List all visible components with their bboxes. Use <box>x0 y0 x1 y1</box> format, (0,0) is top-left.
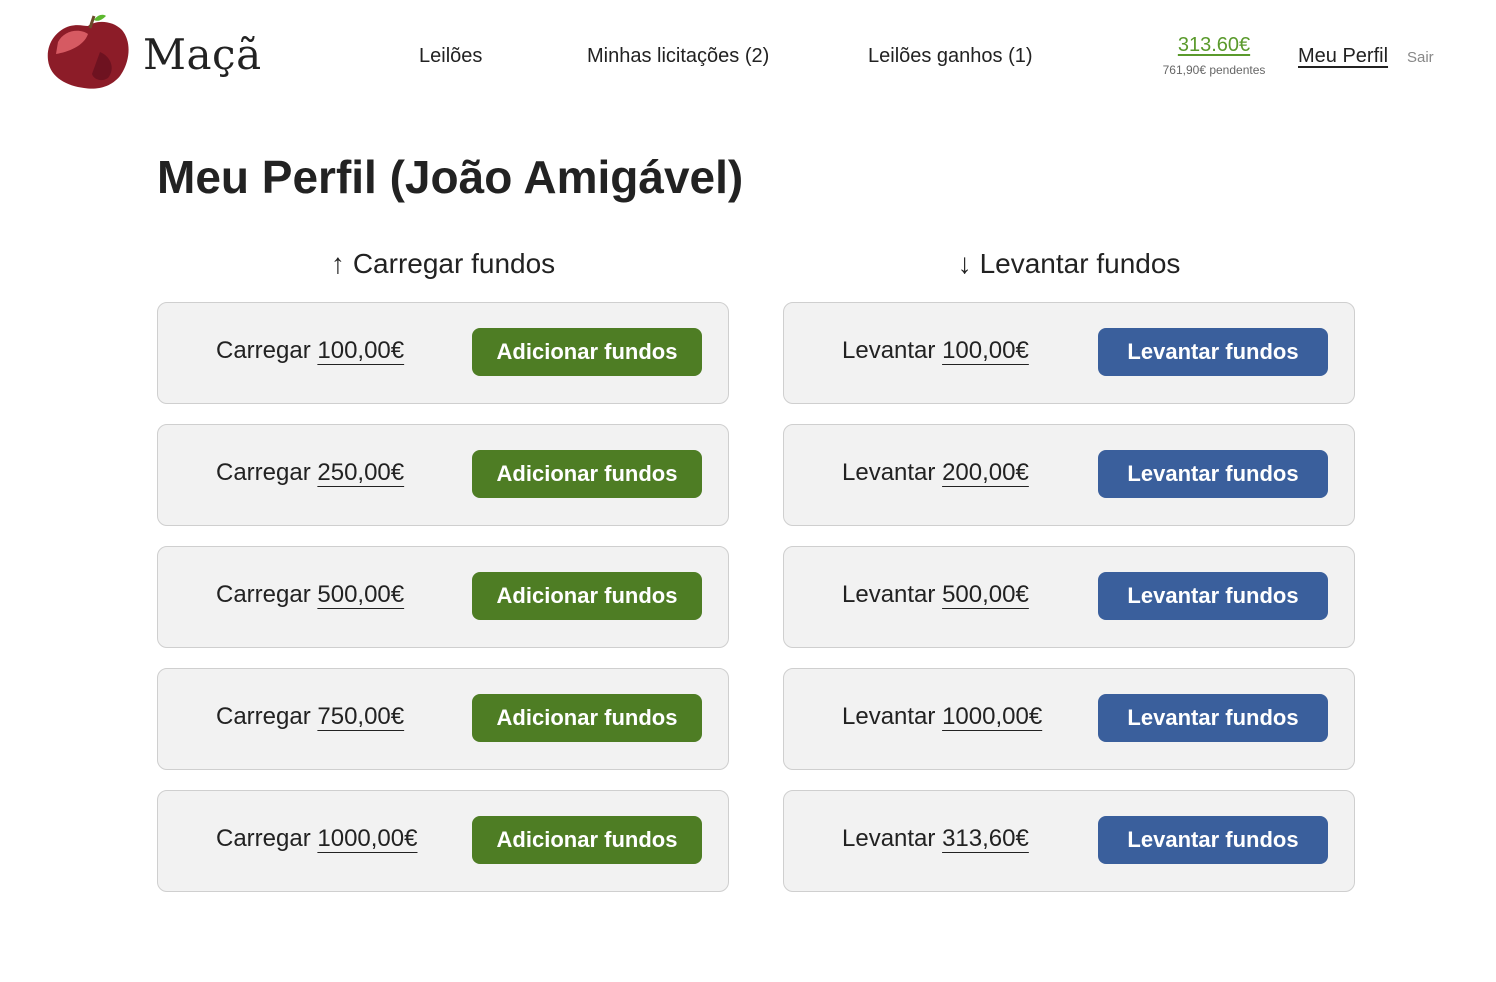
withdraw-prefix: Levantar <box>842 825 936 852</box>
logout-link[interactable]: Sair <box>1407 49 1434 66</box>
withdraw-funds-button[interactable]: Levantar fundos <box>1098 816 1328 864</box>
deposit-prefix: Carregar <box>216 337 311 364</box>
withdraw-prefix: Levantar <box>842 581 936 608</box>
deposit-amount[interactable]: 100,00€ <box>317 337 404 364</box>
deposit-card: Carregar 1000,00€ Adicionar fundos <box>157 790 729 892</box>
deposit-card: Carregar 100,00€ Adicionar fundos <box>157 302 729 404</box>
withdraw-label: Levantar 1000,00€ <box>842 703 1042 731</box>
withdraw-funds-button[interactable]: Levantar fundos <box>1098 572 1328 620</box>
withdraw-funds-button[interactable]: Levantar fundos <box>1098 328 1328 376</box>
deposit-prefix: Carregar <box>216 703 311 730</box>
deposit-prefix: Carregar <box>216 581 311 608</box>
deposit-amount[interactable]: 750,00€ <box>317 703 404 730</box>
withdraw-amount[interactable]: 100,00€ <box>942 337 1029 364</box>
withdraw-card: Levantar 500,00€ Levantar fundos <box>783 546 1355 648</box>
deposit-amount[interactable]: 1000,00€ <box>317 825 417 852</box>
deposit-label: Carregar 100,00€ <box>216 337 404 365</box>
deposit-column: ↑ Carregar fundos Carregar 100,00€ Adicio… <box>157 248 729 912</box>
withdraw-card: Levantar 313,60€ Levantar fundos <box>783 790 1355 892</box>
deposit-heading-text: Carregar fundos <box>352 248 556 279</box>
withdraw-amount[interactable]: 1000,00€ <box>942 703 1042 730</box>
arrow-up-icon: ↑ <box>330 248 345 279</box>
withdraw-heading: ↓ Levantar fundos <box>783 248 1355 286</box>
deposit-card: Carregar 750,00€ Adicionar fundos <box>157 668 729 770</box>
nav-won-auctions[interactable]: Leilões ganhos (1) <box>868 45 1033 68</box>
withdraw-column: ↓ Levantar fundos Levantar 100,00€ Levant… <box>783 248 1355 912</box>
deposit-label: Carregar 1000,00€ <box>216 825 417 853</box>
withdraw-label: Levantar 313,60€ <box>842 825 1029 853</box>
apple-logo-icon[interactable] <box>44 12 132 92</box>
add-funds-button[interactable]: Adicionar fundos <box>472 694 702 742</box>
withdraw-card: Levantar 1000,00€ Levantar fundos <box>783 668 1355 770</box>
withdraw-prefix: Levantar <box>842 703 936 730</box>
withdraw-heading-text: Levantar fundos <box>979 248 1181 279</box>
withdraw-funds-button[interactable]: Levantar fundos <box>1098 694 1328 742</box>
withdraw-prefix: Levantar <box>842 337 936 364</box>
deposit-amount[interactable]: 250,00€ <box>317 459 404 486</box>
add-funds-button[interactable]: Adicionar fundos <box>472 572 702 620</box>
balance-area: 313.60€ 761,90€ pendentes <box>1150 34 1278 77</box>
deposit-prefix: Carregar <box>216 459 311 486</box>
deposit-card: Carregar 500,00€ Adicionar fundos <box>157 546 729 648</box>
deposit-label: Carregar 250,00€ <box>216 459 404 487</box>
deposit-label: Carregar 500,00€ <box>216 581 404 609</box>
add-funds-button[interactable]: Adicionar fundos <box>472 816 702 864</box>
nav-profile[interactable]: Meu Perfil <box>1298 45 1388 68</box>
withdraw-card: Levantar 200,00€ Levantar fundos <box>783 424 1355 526</box>
deposit-heading: ↑ Carregar fundos <box>157 248 729 286</box>
withdraw-label: Levantar 500,00€ <box>842 581 1029 609</box>
withdraw-label: Levantar 200,00€ <box>842 459 1029 487</box>
deposit-amount[interactable]: 500,00€ <box>317 581 404 608</box>
page-title: Meu Perfil (João Amigável) <box>157 151 744 203</box>
balance-value[interactable]: 313.60€ <box>1150 34 1278 57</box>
nav-auctions[interactable]: Leilões <box>419 45 482 68</box>
withdraw-prefix: Levantar <box>842 459 936 486</box>
page: Maçã Leilões Minhas licitações (2) Leilõ… <box>0 0 1496 982</box>
withdraw-card: Levantar 100,00€ Levantar fundos <box>783 302 1355 404</box>
arrow-down-icon: ↓ <box>957 248 972 279</box>
deposit-prefix: Carregar <box>216 825 311 852</box>
nav-my-bids[interactable]: Minhas licitações (2) <box>587 45 769 68</box>
add-funds-button[interactable]: Adicionar fundos <box>472 450 702 498</box>
deposit-card: Carregar 250,00€ Adicionar fundos <box>157 424 729 526</box>
withdraw-label: Levantar 100,00€ <box>842 337 1029 365</box>
withdraw-amount[interactable]: 500,00€ <box>942 581 1029 608</box>
add-funds-button[interactable]: Adicionar fundos <box>472 328 702 376</box>
withdraw-amount[interactable]: 313,60€ <box>942 825 1029 852</box>
withdraw-funds-button[interactable]: Levantar fundos <box>1098 450 1328 498</box>
header: Maçã Leilões Minhas licitações (2) Leilõ… <box>0 0 1496 110</box>
brand-name[interactable]: Maçã <box>143 30 262 79</box>
deposit-label: Carregar 750,00€ <box>216 703 404 731</box>
pending-amount: 761,90€ pendentes <box>1162 63 1266 77</box>
withdraw-amount[interactable]: 200,00€ <box>942 459 1029 486</box>
